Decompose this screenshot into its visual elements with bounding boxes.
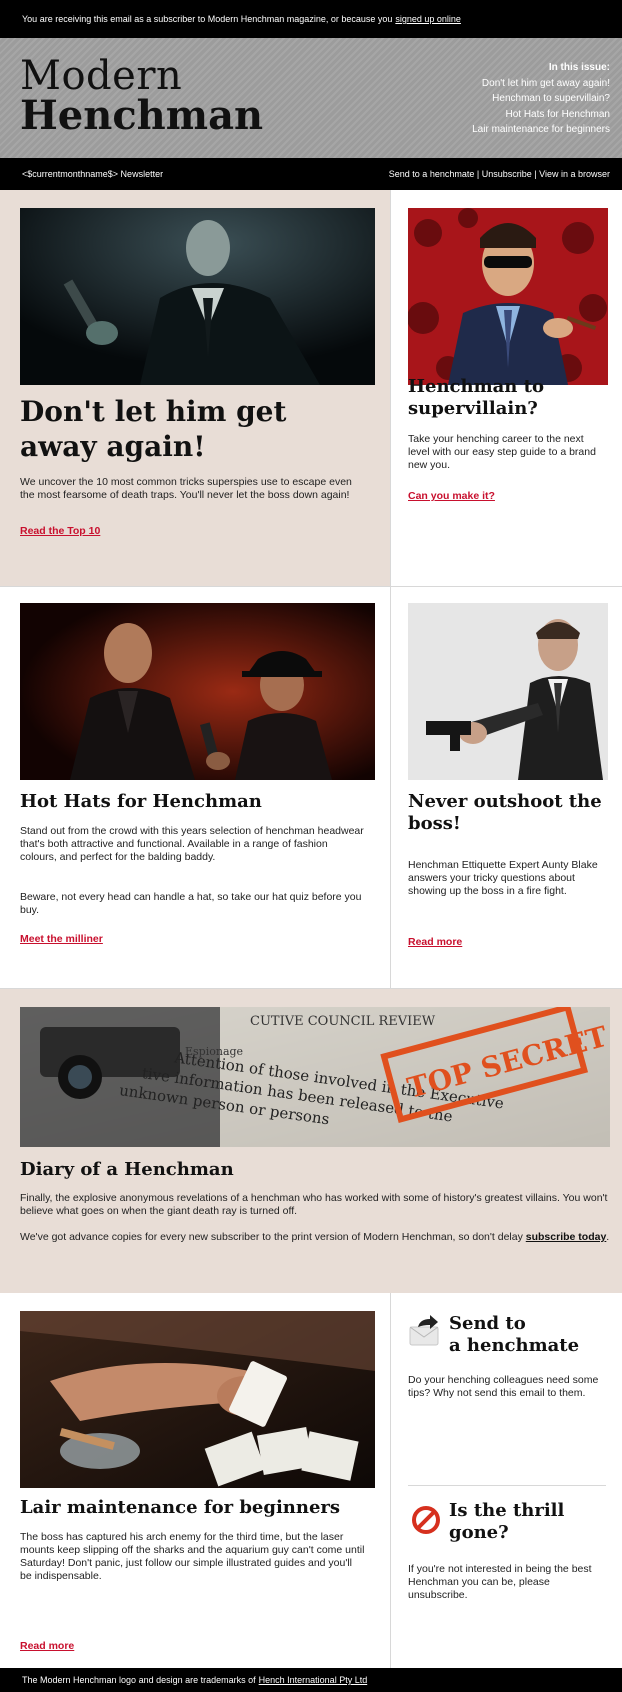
hench-international-link[interactable]: Hench International Pty Ltd <box>259 1675 368 1685</box>
article-5-body-2: We've got advance copies for every new s… <box>20 1231 610 1244</box>
article-2-title[interactable]: Henchman to supervillain? <box>408 376 608 420</box>
read-top-10-link[interactable]: Read the Top 10 <box>20 525 100 537</box>
issue-link-1[interactable]: Don't let him get away again! <box>472 76 610 92</box>
logo-line1: Modern <box>20 53 183 99</box>
send-body: Do your henching colleagues need some ti… <box>408 1374 599 1399</box>
article-1-title[interactable]: Don't let him get away again! <box>20 394 370 464</box>
sidebar-actions: Send to a henchmate Do your henching col… <box>390 1293 622 1668</box>
row-1: Don't let him get away again! We uncover… <box>0 190 622 586</box>
meet-the-milliner-link[interactable]: Meet the milliner <box>20 933 103 945</box>
article-1: Don't let him get away again! We uncover… <box>0 190 390 586</box>
issue-link-3[interactable]: Hot Hats for Henchman <box>472 107 611 123</box>
thrill-title-line1: Is the thrill <box>449 1500 565 1521</box>
top-secret-document-photo[interactable]: CUTIVE COUNCIL REVIEW Espionage Attentio… <box>20 1007 610 1147</box>
two-henchmen-photo[interactable] <box>20 603 375 780</box>
article-3: Hot Hats for Henchman Stand out from the… <box>0 587 390 988</box>
sidebar-divider <box>408 1485 606 1486</box>
article-5-body-2-text: We've got advance copies for every new s… <box>20 1231 523 1243</box>
nav-links: Send to a henchmate | Unsubscribe | View… <box>389 169 610 179</box>
row-4: Lair maintenance for beginners The boss … <box>0 1293 622 1668</box>
subscribe-today-link[interactable]: subscribe today <box>526 1231 607 1243</box>
article-5-body-2-end: . <box>606 1231 610 1243</box>
article-4-title[interactable]: Never outshoot the boss! <box>408 791 608 835</box>
footer-text: The Modern Henchman logo and design are … <box>22 1675 256 1685</box>
send-title-line1: Send to <box>449 1313 526 1334</box>
poker-hand-photo[interactable] <box>20 1311 375 1488</box>
newsletter-label: <$currentmonthname$> Newsletter <box>22 169 164 179</box>
nav-separator: | <box>476 169 480 179</box>
send-title-line2: a henchmate <box>449 1335 580 1356</box>
spy-with-gun-photo[interactable] <box>20 208 375 385</box>
forward-envelope-icon[interactable] <box>408 1313 442 1347</box>
article-6-body: The boss has captured his arch enemy for… <box>20 1531 365 1582</box>
top-notice-text: You are receiving this email as a subscr… <box>22 14 393 24</box>
article-4: Never outshoot the boss! Henchman Ettiqu… <box>390 587 622 988</box>
article-3-body-2: Beware, not every head can handle a hat,… <box>20 891 362 916</box>
article-6-title[interactable]: Lair maintenance for beginners <box>20 1497 380 1519</box>
logo-line2: Henchman <box>20 92 264 139</box>
read-more-link[interactable]: Read more <box>408 936 462 948</box>
row-2: Hot Hats for Henchman Stand out from the… <box>0 587 622 988</box>
thrill-title[interactable]: Is the thrill gone? <box>449 1500 619 1544</box>
unsubscribe-link[interactable]: Unsubscribe <box>482 169 532 179</box>
in-this-issue-title: In this issue: <box>548 62 610 73</box>
masthead: Modern Henchman In this issue: Don't let… <box>0 38 622 158</box>
article-2: Henchman to supervillain? Take your henc… <box>390 190 622 586</box>
send-title[interactable]: Send to a henchmate <box>449 1313 619 1357</box>
signed-up-online-link[interactable]: signed up online <box>395 14 461 24</box>
logo[interactable]: Modern Henchman <box>20 56 263 136</box>
article-5-body-1: Finally, the explosive anonymous revelat… <box>20 1192 608 1217</box>
read-more-link-2[interactable]: Read more <box>20 1640 74 1652</box>
henchman-sunglasses-photo[interactable] <box>408 208 608 385</box>
issue-link-4[interactable]: Lair maintenance for beginners <box>472 122 610 138</box>
thrill-body: If you're not interested in being the be… <box>408 1563 592 1601</box>
article-1-body: We uncover the 10 most common tricks sup… <box>20 476 352 501</box>
can-you-make-it-link[interactable]: Can you make it? <box>408 490 495 502</box>
no-entry-icon[interactable] <box>411 1505 441 1535</box>
nav-separator: | <box>534 169 537 179</box>
top-notice-bar: You are receiving this email as a subscr… <box>0 0 622 38</box>
nav-bar: <$currentmonthname$> Newsletter Send to … <box>0 158 622 190</box>
man-pointing-gun-photo[interactable] <box>408 603 608 780</box>
doc-header-text: CUTIVE COUNCIL REVIEW <box>250 1014 436 1029</box>
send-to-henchmate-link[interactable]: Send to a henchmate <box>389 169 475 179</box>
article-5-title[interactable]: Diary of a Henchman <box>20 1159 610 1181</box>
thrill-title-line2: gone? <box>449 1522 509 1543</box>
article-4-body: Henchman Ettiquette Expert Aunty Blake a… <box>408 859 598 897</box>
article-2-body: Take your henching career to the next le… <box>408 433 596 471</box>
issue-link-2[interactable]: Henchman to supervillain? <box>472 91 610 107</box>
footer: The Modern Henchman logo and design are … <box>0 1668 622 1692</box>
article-3-body-1: Stand out from the crowd with this years… <box>20 825 364 863</box>
in-this-issue: In this issue: Don't let him get away ag… <box>472 60 610 138</box>
view-in-browser-link[interactable]: View in a browser <box>539 169 610 179</box>
article-5: CUTIVE COUNCIL REVIEW Espionage Attentio… <box>0 989 622 1293</box>
article-3-title[interactable]: Hot Hats for Henchman <box>20 791 370 813</box>
article-6: Lair maintenance for beginners The boss … <box>0 1293 390 1668</box>
